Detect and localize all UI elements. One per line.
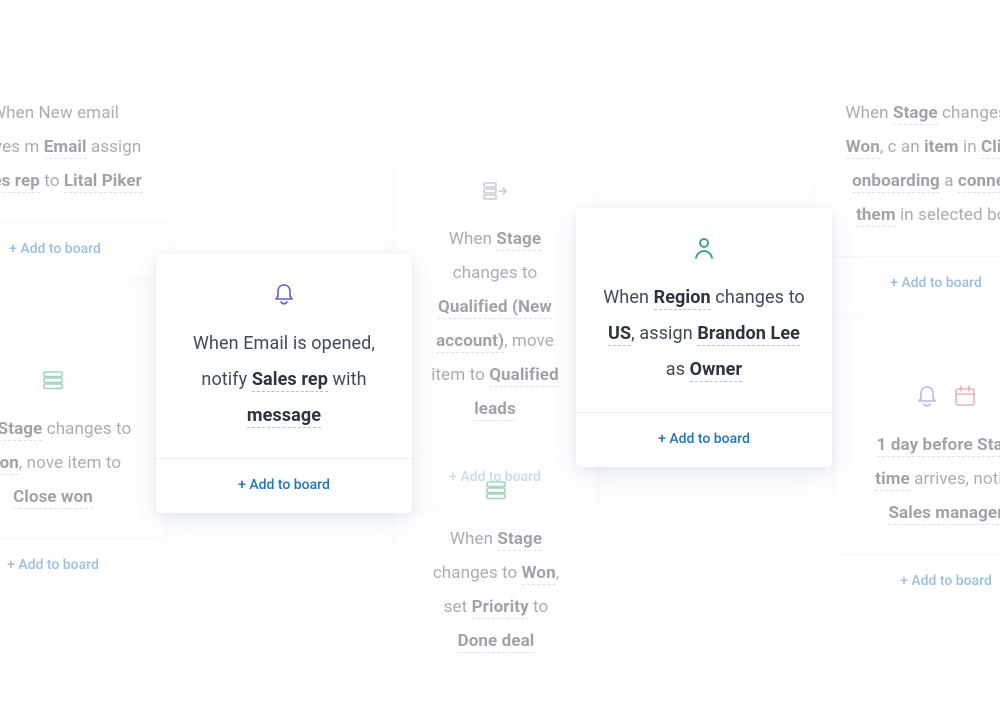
add-to-board-button[interactable]: + Add to board: [156, 459, 412, 513]
card-icon-row: [913, 356, 979, 422]
automation-rule-text: When Stage changes to Won, c an item in …: [816, 90, 1000, 256]
rule-segment: Brandon Lee: [697, 323, 800, 346]
automation-card[interactable]: en Stage changes to Won, nove item to Cl…: [0, 340, 164, 593]
automation-card[interactable]: When Region changes to US, assign Brando…: [576, 208, 832, 467]
automation-card[interactable]: When New email arrives m Email assign Sa…: [0, 90, 168, 277]
rule-segment: Lital Piker: [64, 171, 142, 193]
rule-segment: Stage: [0, 419, 42, 441]
rule-segment: Owner: [690, 359, 743, 382]
rule-segment: Won: [522, 563, 556, 585]
rule-segment: Sales manager: [888, 503, 1000, 525]
rule-segment: Stage: [497, 529, 542, 551]
rule-segment: changes to: [938, 103, 1000, 123]
automation-rule-text: en Stage changes to Won, nove item to Cl…: [0, 406, 164, 538]
automation-rule-text: 1 day before Start time arrives, notify …: [836, 422, 1000, 554]
rule-segment: with: [328, 369, 367, 390]
rule-segment: changes to: [453, 263, 538, 283]
card-icon-row: [39, 340, 67, 406]
bell-icon: [913, 382, 941, 410]
rule-segment: Won: [0, 453, 19, 475]
rule-segment: Sales rep: [252, 369, 328, 392]
rule-segment: changes to: [42, 419, 131, 439]
rule-segment: When: [450, 529, 498, 549]
automation-rule-text: When Stage changes to Won, set Priority …: [396, 516, 596, 682]
automation-card[interactable]: When Email is opened, notify Sales rep w…: [156, 254, 412, 513]
person-icon: [690, 234, 718, 262]
rule-segment: Region: [654, 287, 711, 310]
rule-segment: changes to: [711, 287, 805, 308]
rule-segment: arrives, notify: [910, 469, 1000, 489]
rule-segment: to: [529, 597, 549, 617]
rule-segment: to: [40, 171, 64, 191]
add-to-board-button[interactable]: + Add to board: [0, 539, 164, 593]
calendar-icon: [951, 382, 979, 410]
rule-segment: Done deal: [458, 631, 535, 653]
add-to-board-button[interactable]: + Add to board: [836, 555, 1000, 609]
rule-segment: Won: [846, 137, 880, 159]
automation-rule-text: When Stage changes to Qualified (New acc…: [395, 216, 595, 450]
rule-segment: assign: [87, 137, 142, 157]
rule-segment: in selected boa: [896, 205, 1000, 225]
automation-rule-text: When Email is opened, notify Sales rep w…: [156, 320, 412, 458]
automation-rule-text: When Region changes to US, assign Brando…: [576, 274, 832, 412]
add-to-board-button[interactable]: + Add to board: [0, 223, 168, 277]
rule-segment: message: [247, 405, 321, 428]
add-to-board-button[interactable]: + Add to board: [576, 413, 832, 467]
automation-card[interactable]: 1 day before Start time arrives, notify …: [836, 356, 1000, 609]
rule-segment: When: [449, 229, 497, 249]
rule-segment: changes to: [433, 563, 522, 583]
rule-segment: , c an: [880, 137, 924, 157]
card-icon-row: [481, 150, 509, 216]
rule-segment: Email: [44, 137, 87, 159]
rule-segment: Stage: [893, 103, 938, 125]
rule-segment: a: [940, 171, 958, 191]
rule-segment: Stage: [496, 229, 541, 251]
rows-icon: [39, 366, 67, 394]
rule-segment: in: [959, 137, 981, 157]
rule-segment: m: [20, 137, 44, 157]
rule-segment: item: [924, 137, 959, 157]
automation-card[interactable]: When Stage changes to Won, c an item in …: [816, 90, 1000, 311]
rule-segment: When: [845, 103, 893, 123]
rule-segment: , nove item to: [19, 453, 121, 473]
rule-segment: Priority: [472, 597, 529, 619]
add-to-board-button[interactable]: + Add to board: [816, 257, 1000, 311]
card-icon-row: [270, 254, 298, 320]
automation-cards-stage: When New email arrives m Email assign Sa…: [0, 0, 1000, 714]
rule-segment: US: [608, 323, 631, 346]
automation-rule-text: When New email arrives m Email assign Sa…: [0, 90, 168, 222]
rule-segment: When: [603, 287, 653, 308]
rule-segment: Close won: [13, 487, 93, 509]
rule-segment: , assign: [631, 323, 697, 344]
card-icon-row: [482, 450, 510, 516]
card-icon-row: [690, 208, 718, 274]
rows-icon: [482, 476, 510, 504]
rule-segment: Sales rep: [0, 171, 40, 193]
rule-segment: as: [666, 359, 690, 380]
bell-icon: [270, 280, 298, 308]
rows-arrow-icon: [481, 176, 509, 204]
automation-card[interactable]: When Stage changes to Won, set Priority …: [396, 450, 596, 682]
